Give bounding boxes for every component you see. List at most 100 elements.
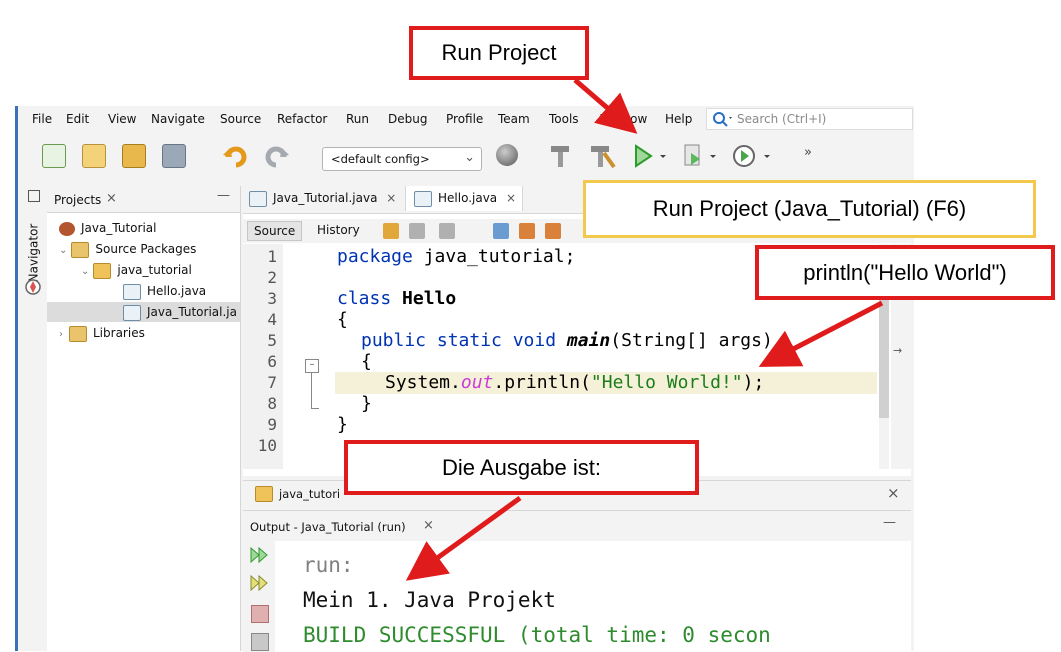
menu-edit[interactable]: Edit xyxy=(66,112,89,126)
output-tab[interactable]: Output - Java_Tutorial (run) xyxy=(250,520,406,534)
open-project-icon[interactable] xyxy=(122,144,146,168)
debug-project-icon[interactable] xyxy=(682,143,722,169)
find-previous-icon[interactable] xyxy=(519,223,535,239)
code-line-3: class Hello xyxy=(337,288,457,309)
redo-icon[interactable] xyxy=(262,143,290,169)
close-icon[interactable]: × xyxy=(506,191,516,205)
package-icon xyxy=(255,486,273,502)
menu-navigate[interactable]: Navigate xyxy=(151,112,205,126)
window-restore-icon[interactable] xyxy=(28,190,40,202)
config-value: <default config> xyxy=(331,152,430,166)
line-number: 8 xyxy=(267,394,277,413)
forward-icon[interactable] xyxy=(439,223,455,239)
profile-project-icon[interactable] xyxy=(732,143,776,169)
close-icon[interactable]: × xyxy=(423,518,434,533)
find-icon[interactable] xyxy=(493,223,509,239)
tree-item-label: Java_Tutorial xyxy=(81,221,157,235)
chevron-down-icon[interactable]: ⌄ xyxy=(59,245,67,256)
projects-tab[interactable]: Projects xyxy=(54,193,101,207)
folder-icon xyxy=(71,241,90,258)
tab-hello-java[interactable]: Hello.java × xyxy=(405,186,523,211)
find-next-icon[interactable] xyxy=(545,223,561,239)
history-view-button[interactable]: History xyxy=(311,221,366,239)
output-line: BUILD SUCCESSFUL (total time: 0 secon xyxy=(303,623,771,647)
minimize-icon[interactable]: — xyxy=(883,515,896,530)
stop-icon[interactable] xyxy=(251,605,269,623)
settings-icon[interactable] xyxy=(251,633,269,651)
tree-item-label: Hello.java xyxy=(147,284,207,298)
package-icon xyxy=(93,262,112,279)
new-project-icon[interactable] xyxy=(82,144,106,168)
undo-icon[interactable] xyxy=(222,143,250,169)
toolbar-overflow-icon[interactable]: » xyxy=(804,145,812,160)
line-number: 10 xyxy=(257,436,277,455)
close-icon[interactable]: × xyxy=(106,191,117,206)
last-edit-icon[interactable] xyxy=(383,223,399,239)
close-icon[interactable]: × xyxy=(887,484,900,502)
save-all-icon[interactable] xyxy=(162,144,186,168)
back-icon[interactable] xyxy=(409,223,425,239)
new-file-icon[interactable] xyxy=(42,144,66,168)
projects-tab-bar: Projects × — xyxy=(47,186,240,213)
tree-item-project[interactable]: Java_Tutorial xyxy=(59,218,156,238)
menu-source[interactable]: Source xyxy=(220,112,261,126)
output-line: Mein 1. Java Projekt xyxy=(303,588,556,612)
toolbar: <default config> ⌄ » xyxy=(18,132,914,176)
code-line-6: { xyxy=(361,351,372,372)
run-project-tooltip: Run Project (Java_Tutorial) (F6) xyxy=(583,180,1036,238)
config-select[interactable]: <default config> ⌄ xyxy=(322,147,482,171)
minimize-icon[interactable]: — xyxy=(217,188,230,203)
menu-tools[interactable]: Tools xyxy=(549,112,579,126)
run-project-button[interactable] xyxy=(632,143,672,169)
java-file-icon xyxy=(414,190,432,207)
build-hammer-icon[interactable] xyxy=(548,143,572,169)
projects-panel: Projects × — Java_Tutorial ⌄ Source Packa… xyxy=(47,186,241,651)
menu-run[interactable]: Run xyxy=(346,112,369,126)
chevron-down-icon[interactable]: ⌄ xyxy=(81,266,89,277)
java-file-icon xyxy=(249,190,267,207)
menu-window[interactable]: Window xyxy=(600,112,647,126)
tree-item-label: java_tutorial xyxy=(117,263,192,277)
clean-build-icon[interactable] xyxy=(588,143,616,169)
split-icon[interactable]: → xyxy=(893,344,902,357)
tree-item-source-packages[interactable]: ⌄ Source Packages xyxy=(59,239,196,259)
output-panel: Output - Java_Tutorial (run) × — run: Me… xyxy=(243,510,911,652)
line-number-gutter: 1 2 3 4 5 6 7 8 9 10 xyxy=(243,244,283,469)
menu-file[interactable]: File xyxy=(32,112,52,126)
code-line-5: public static void main(String[] args) xyxy=(361,330,773,351)
menu-team[interactable]: Team xyxy=(498,112,530,126)
globe-icon[interactable] xyxy=(496,144,518,166)
callout-run-project: Run Project xyxy=(409,26,589,80)
tab-java-tutorial[interactable]: Java_Tutorial.java × xyxy=(249,186,403,211)
rerun-with-options-icon[interactable] xyxy=(249,573,269,593)
search-input[interactable]: Search (Ctrl+I) xyxy=(706,108,913,130)
tree-item-package[interactable]: ⌄ java_tutorial xyxy=(81,260,192,280)
tree-item-java-tutorial[interactable]: Java_Tutorial.ja xyxy=(47,302,240,322)
fold-toggle-icon[interactable]: – xyxy=(305,359,319,373)
tree-item-label: Java_Tutorial.ja xyxy=(147,305,237,319)
output-line: run: xyxy=(303,553,354,577)
rerun-icon[interactable] xyxy=(249,545,269,565)
tree-item-libraries[interactable]: › Libraries xyxy=(59,323,145,343)
java-file-icon xyxy=(123,304,141,321)
breadcrumb[interactable]: java_tutori xyxy=(279,487,340,501)
compass-icon xyxy=(25,279,41,295)
menu-profile[interactable]: Profile xyxy=(446,112,483,126)
tree-item-label: Source Packages xyxy=(95,242,197,256)
line-number: 3 xyxy=(267,289,277,308)
navigator-tab[interactable]: Navigator xyxy=(26,224,40,283)
close-icon[interactable]: × xyxy=(386,191,396,205)
menu-bar: File Edit View Navigate Source Refactor … xyxy=(18,106,914,132)
source-view-button[interactable]: Source xyxy=(247,221,303,241)
menu-help[interactable]: Help xyxy=(665,112,692,126)
code-line-9: } xyxy=(337,414,348,435)
menu-debug[interactable]: Debug xyxy=(388,112,427,126)
menu-refactor[interactable]: Refactor xyxy=(277,112,327,126)
tree-item-hello-java[interactable]: Hello.java xyxy=(123,281,206,301)
menu-view[interactable]: View xyxy=(108,112,136,126)
output-sidebar xyxy=(243,541,275,652)
line-number: 9 xyxy=(267,415,277,434)
chevron-right-icon[interactable]: › xyxy=(59,329,63,340)
java-project-icon xyxy=(59,221,75,236)
line-number: 4 xyxy=(267,310,277,329)
